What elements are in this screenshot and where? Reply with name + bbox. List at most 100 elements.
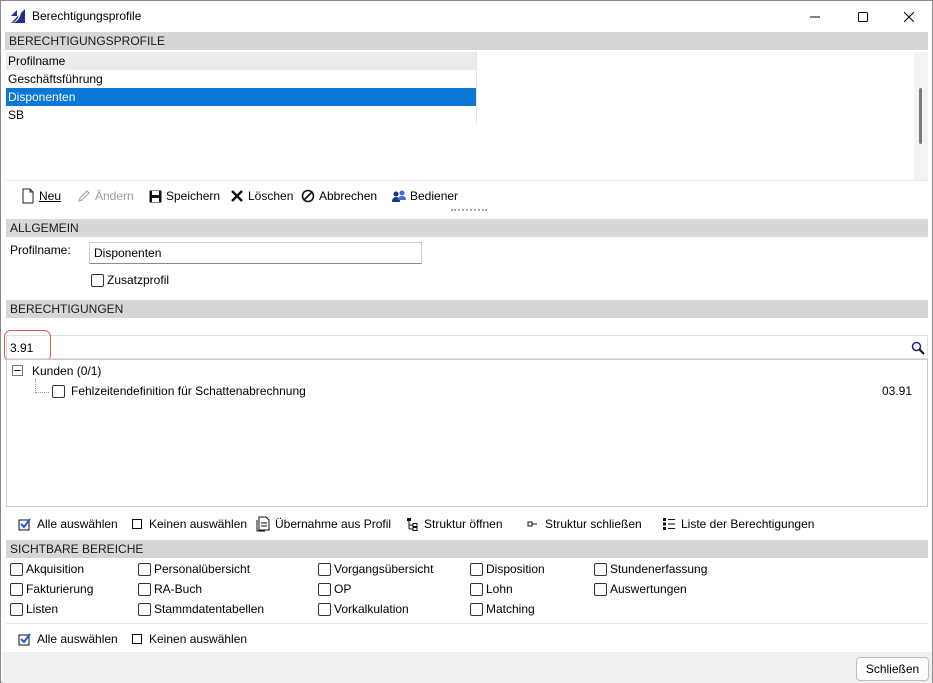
additional-profile-checkbox[interactable]: Zusatzprofil	[91, 273, 169, 287]
cancel-button[interactable]: Abbrechen	[300, 188, 377, 204]
checkbox-box[interactable]	[594, 582, 607, 596]
app-logo-icon	[11, 9, 25, 23]
maximize-button[interactable]	[840, 1, 886, 32]
checkbox-box[interactable]	[138, 602, 151, 616]
select-none-areas-button[interactable]: Keinen auswählen	[129, 631, 247, 647]
area-checkbox-personaluebersicht[interactable]: Personalübersicht	[138, 562, 250, 576]
area-checkbox-ra-buch[interactable]: RA-Buch	[138, 582, 202, 596]
profile-row-disponenten[interactable]: Disponenten	[6, 88, 476, 106]
splitter-grip[interactable]	[451, 209, 487, 213]
title-bar[interactable]: Berechtigungsprofile	[1, 1, 932, 32]
search-highlight-marker	[4, 330, 51, 362]
profile-name-input[interactable]: Disponenten	[89, 242, 422, 264]
permission-search-input[interactable]: 3.91	[6, 335, 928, 359]
copy-from-profile-label: Übernahme aus Profil	[275, 517, 392, 531]
minimize-icon	[810, 16, 820, 17]
close-structure-label: Struktur schließen	[545, 517, 642, 531]
checkbox-box[interactable]	[470, 602, 483, 616]
new-button[interactable]: Neu	[20, 188, 61, 204]
area-checkbox-fakturierung[interactable]: Fakturierung	[10, 582, 93, 596]
area-checkbox-listen[interactable]: Listen	[10, 602, 58, 616]
save-icon	[147, 188, 163, 204]
area-checkbox-vorkalkulation[interactable]: Vorkalkulation	[318, 602, 409, 616]
profile-column-header[interactable]: Profilname	[6, 52, 476, 70]
open-structure-button[interactable]: Struktur öffnen	[404, 516, 503, 532]
permissions-tree[interactable]: Kunden (0/1) Fehlzeitendefinition für Sc…	[6, 359, 928, 507]
collapse-icon[interactable]	[12, 365, 23, 376]
save-button[interactable]: Speichern	[147, 188, 220, 204]
pencil-icon	[76, 188, 92, 204]
area-checkbox-auswertungen[interactable]: Auswertungen	[594, 582, 687, 596]
area-checkbox-vorgangsuebersicht[interactable]: Vorgangsübersicht	[318, 562, 433, 576]
search-icon[interactable]	[911, 341, 925, 355]
list-permissions-button[interactable]: Liste der Berechtigungen	[661, 516, 814, 532]
delete-x-icon	[229, 188, 245, 204]
profiles-section-header: BERECHTIGUNGSPROFILE	[5, 32, 928, 50]
checkbox-box[interactable]	[318, 562, 331, 576]
area-label: Disposition	[486, 562, 545, 576]
close-window-button[interactable]	[886, 1, 932, 32]
divider	[6, 623, 928, 624]
close-structure-button[interactable]: Struktur schließen	[525, 516, 642, 532]
cancel-icon	[300, 188, 316, 204]
copy-from-profile-button[interactable]: Übernahme aus Profil	[255, 516, 391, 532]
delete-label: Löschen	[248, 189, 294, 203]
open-structure-label: Struktur öffnen	[424, 517, 503, 531]
unchecked-icon	[129, 631, 145, 647]
area-checkbox-disposition[interactable]: Disposition	[470, 562, 545, 576]
profile-list[interactable]: Profilname Geschäftsführung Disponenten …	[6, 52, 476, 124]
select-all-areas-label: Alle auswählen	[37, 632, 118, 646]
select-none-label: Keinen auswählen	[149, 517, 248, 531]
edit-button[interactable]: Ändern	[76, 188, 134, 204]
general-section-header: ALLGEMEIN	[6, 219, 928, 237]
dialog-footer	[2, 652, 932, 683]
edit-label: Ändern	[95, 189, 134, 203]
users-label: Bediener	[410, 189, 459, 203]
profile-row-sb[interactable]: SB	[6, 106, 476, 124]
visible-areas-section-header: SICHTBARE BEREICHE	[6, 540, 928, 558]
tree-item-label[interactable]: Fehlzeitendefinition für Schattenabrechn…	[71, 384, 306, 398]
users-button[interactable]: Bediener	[391, 188, 458, 204]
checkbox-box[interactable]	[138, 562, 151, 576]
delete-button[interactable]: Löschen	[229, 188, 293, 204]
area-checkbox-stammdatentabellen[interactable]: Stammdatentabellen	[138, 602, 264, 616]
area-checkbox-stundenerfassung[interactable]: Stundenerfassung	[594, 562, 707, 576]
checkbox-box[interactable]	[470, 582, 483, 596]
tree-item-checkbox[interactable]	[52, 385, 65, 398]
permissions-section-header: BERECHTIGUNGEN	[6, 300, 928, 318]
checkbox-box[interactable]	[318, 582, 331, 596]
area-checkbox-matching[interactable]: Matching	[470, 602, 535, 616]
select-none-permissions-button[interactable]: Keinen auswählen	[129, 516, 247, 532]
area-checkbox-op[interactable]: OP	[318, 582, 351, 596]
select-all-permissions-button[interactable]: Alle auswählen	[17, 516, 118, 532]
window-title: Berechtigungsprofile	[32, 9, 142, 23]
area-label: Akquisition	[26, 562, 85, 576]
list-divider	[476, 52, 477, 124]
new-document-icon	[20, 188, 36, 204]
close-dialog-button[interactable]: Schließen	[856, 657, 929, 681]
select-all-areas-button[interactable]: Alle auswählen	[17, 631, 118, 647]
profile-row-geschaeftsfuehrung[interactable]: Geschäftsführung	[6, 70, 476, 88]
checkbox-box[interactable]	[10, 602, 23, 616]
checkbox-box[interactable]	[10, 562, 23, 576]
area-label: Personalübersicht	[154, 562, 251, 576]
maximize-icon	[858, 11, 868, 22]
unchecked-icon	[129, 516, 145, 532]
checkbox-box[interactable]	[594, 562, 607, 576]
scrollbar-thumb[interactable]	[919, 88, 922, 144]
area-checkbox-lohn[interactable]: Lohn	[470, 582, 513, 596]
checkbox-box[interactable]	[91, 273, 104, 287]
list-icon	[661, 516, 677, 532]
area-checkbox-akquisition[interactable]: Akquisition	[10, 562, 84, 576]
checkbox-box[interactable]	[138, 582, 151, 596]
profile-name-label: Profilname:	[10, 243, 71, 257]
checkbox-box[interactable]	[10, 582, 23, 596]
area-label: Fakturierung	[26, 582, 94, 596]
new-label: Neu	[39, 189, 62, 203]
select-all-label: Alle auswählen	[37, 517, 118, 531]
checkbox-box[interactable]	[470, 562, 483, 576]
tree-group-kunden[interactable]: Kunden (0/1)	[32, 364, 101, 378]
checkbox-box[interactable]	[318, 602, 331, 616]
minimize-button[interactable]	[792, 1, 838, 32]
area-label: Stundenerfassung	[610, 562, 708, 576]
